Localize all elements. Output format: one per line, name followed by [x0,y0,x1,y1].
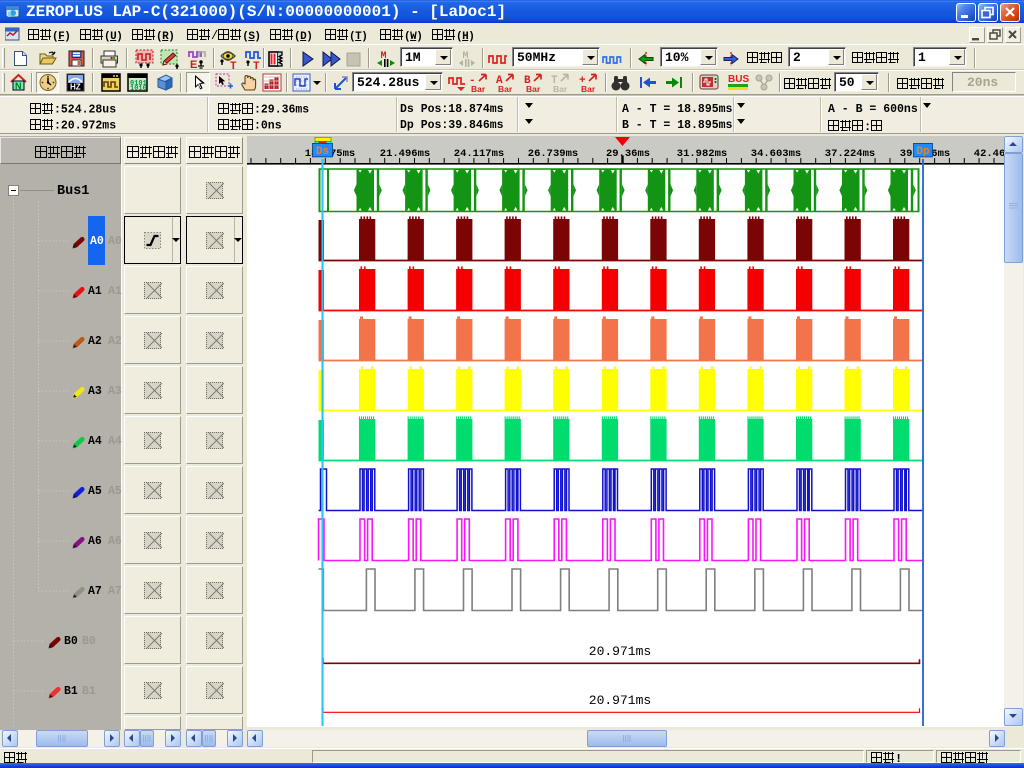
svg-text:26.739ms: 26.739ms [528,148,578,160]
svg-text:N: N [15,81,22,91]
svg-text:34.603ms: 34.603ms [751,148,801,160]
svg-text:BUS: BUS [728,74,749,85]
svg-text:Dp: Dp [916,146,930,158]
svg-text:Bar: Bar [526,84,541,93]
svg-text:T: T [253,61,260,70]
svg-text:29.36ms: 29.36ms [606,148,650,160]
svg-text:1010: 1010 [130,85,147,92]
svg-text:20.971ms: 20.971ms [589,644,651,659]
svg-text:HZ: HZ [70,83,81,92]
svg-text:24.117ms: 24.117ms [454,148,504,160]
svg-text:M: M [381,51,387,62]
svg-text:E: E [190,59,197,70]
svg-text:Bar: Bar [471,84,486,93]
svg-text:31.982ms: 31.982ms [677,148,727,160]
svg-text:Bar: Bar [498,84,513,93]
svg-text:Bar: Bar [553,84,568,93]
svg-text:Bar: Bar [581,84,596,93]
svg-text:21.496ms: 21.496ms [380,148,430,160]
svg-text:T: T [230,61,237,70]
svg-text:Ds: Ds [316,146,329,158]
svg-text:42.467ms: 42.467ms [974,148,1004,160]
svg-text:20.971ms: 20.971ms [589,693,651,708]
svg-text:37.224ms: 37.224ms [825,148,875,160]
